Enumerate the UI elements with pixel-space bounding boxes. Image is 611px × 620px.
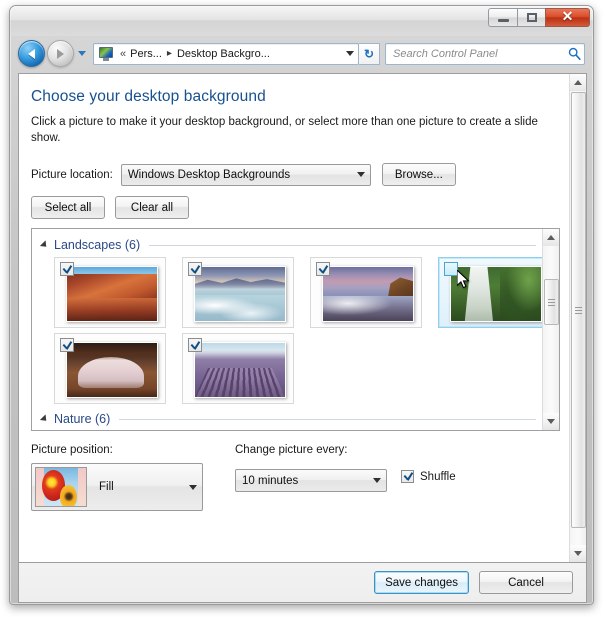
forward-button[interactable] xyxy=(47,40,74,67)
search-box[interactable]: Search Control Panel xyxy=(385,42,585,65)
breadcrumb-separator: ▸ xyxy=(166,47,172,59)
close-icon: ✕ xyxy=(561,9,574,25)
display-icon xyxy=(98,46,114,62)
thumbnail-waterfall[interactable] xyxy=(438,257,542,328)
chevron-down-icon xyxy=(352,172,370,177)
search-icon xyxy=(564,47,584,60)
thumbnail-checkbox[interactable] xyxy=(188,338,202,352)
wallpaper-list-scrollbar[interactable] xyxy=(542,229,559,430)
picture-location-value: Windows Desktop Backgrounds xyxy=(127,168,291,181)
group-divider xyxy=(149,244,536,246)
group-divider xyxy=(119,418,536,420)
content-pane: Choose your desktop background Click a p… xyxy=(18,73,587,563)
select-all-button[interactable]: Select all xyxy=(31,196,105,219)
chevron-down-icon xyxy=(368,478,386,483)
save-changes-button[interactable]: Save changes xyxy=(374,571,469,594)
title-bar: ✕ xyxy=(10,6,593,36)
browse-button[interactable]: Browse... xyxy=(381,163,456,186)
picture-position-combobox[interactable]: Fill xyxy=(31,463,203,511)
back-arrow-icon xyxy=(28,48,35,59)
thumbnail-checkbox[interactable] xyxy=(316,262,330,276)
shuffle-option[interactable]: Shuffle xyxy=(401,470,456,483)
thumbnail-image xyxy=(450,266,542,322)
thumbnail-lavender-field[interactable] xyxy=(182,333,294,404)
address-bar[interactable]: « Pers... ▸ Desktop Backgro... xyxy=(93,42,359,65)
scroll-down-button[interactable] xyxy=(543,413,559,430)
dialog-footer: Save changes Cancel xyxy=(18,563,587,603)
search-input[interactable]: Search Control Panel xyxy=(386,48,564,60)
minimize-icon xyxy=(497,18,509,22)
scrollbar-thumb[interactable] xyxy=(571,92,586,528)
refresh-icon: ↻ xyxy=(363,46,375,61)
scroll-down-button[interactable] xyxy=(570,545,586,562)
wallpaper-scroll-area: Landscapes (6) Nature (6) xyxy=(32,229,542,430)
breadcrumb-overflow[interactable]: « xyxy=(117,48,129,60)
maximize-icon xyxy=(526,13,537,22)
thumbnail-glacier-lake[interactable] xyxy=(182,257,294,328)
picture-position-preview xyxy=(35,467,87,507)
clear-all-button[interactable]: Clear all xyxy=(115,196,189,219)
thumbnail-mesa-arch[interactable] xyxy=(54,333,166,404)
page-description: Click a picture to make it your desktop … xyxy=(31,116,538,144)
thumbnail-canyon-reflection[interactable] xyxy=(54,257,166,328)
thumbnail-checkbox[interactable] xyxy=(60,262,74,276)
change-picture-combobox[interactable]: 10 minutes xyxy=(235,469,387,492)
thumbnail-checkbox[interactable] xyxy=(60,338,74,352)
scrollbar-thumb[interactable] xyxy=(544,279,559,325)
content-scroll-area: Choose your desktop background Click a p… xyxy=(19,74,569,562)
refresh-button[interactable]: ↻ xyxy=(359,42,380,65)
shuffle-checkbox[interactable] xyxy=(401,470,414,483)
thumbnail-purple-coastline[interactable] xyxy=(310,257,422,328)
shuffle-label: Shuffle xyxy=(420,470,456,483)
address-dropdown-button[interactable] xyxy=(341,44,358,64)
recent-pages-button[interactable] xyxy=(75,43,89,65)
breadcrumb-item-personalization[interactable]: Pers... xyxy=(129,44,163,64)
wallpaper-list: Landscapes (6) Nature (6) xyxy=(31,228,560,431)
forward-arrow-icon xyxy=(57,48,64,59)
chevron-down-icon xyxy=(184,484,202,490)
picture-location-combobox[interactable]: Windows Desktop Backgrounds xyxy=(120,163,371,186)
maximize-button[interactable] xyxy=(517,8,546,27)
change-picture-label: Change picture every: xyxy=(235,444,348,456)
collapse-triangle-icon[interactable] xyxy=(39,240,50,250)
page-title: Choose your desktop background xyxy=(31,88,266,105)
chevron-down-icon xyxy=(345,51,354,56)
scroll-up-button[interactable] xyxy=(570,74,586,91)
thumbnail-image xyxy=(66,342,158,398)
scroll-up-button[interactable] xyxy=(543,229,559,246)
picture-location-label: Picture location: xyxy=(31,168,113,181)
group-header-landscapes[interactable]: Landscapes (6) xyxy=(39,236,536,254)
thumbnail-checkbox[interactable] xyxy=(188,262,202,276)
collapse-triangle-icon[interactable] xyxy=(39,414,50,424)
caption-buttons: ✕ xyxy=(488,8,590,27)
group-header-nature[interactable]: Nature (6) xyxy=(39,410,536,428)
thumbnail-image xyxy=(322,266,414,322)
picture-location-row: Picture location: Windows Desktop Backgr… xyxy=(31,163,456,186)
selection-buttons-row: Select all Clear all xyxy=(31,196,189,219)
navigation-bar: « Pers... ▸ Desktop Backgro... ↻ Search … xyxy=(10,36,593,71)
control-panel-window: ✕ « Pers... ▸ Desktop Backgro... ↻ Searc… xyxy=(9,5,594,605)
close-button[interactable]: ✕ xyxy=(545,8,590,27)
group-label-nature: Nature (6) xyxy=(54,412,111,426)
thumbnail-checkbox[interactable] xyxy=(444,262,458,276)
thumbnail-image xyxy=(194,342,286,398)
cancel-button[interactable]: Cancel xyxy=(479,571,573,594)
breadcrumb-item-desktop-background[interactable]: Desktop Backgro... xyxy=(176,44,271,64)
thumbnail-image xyxy=(194,266,286,322)
picture-position-label: Picture position: xyxy=(31,444,113,456)
picture-position-value: Fill xyxy=(99,481,114,493)
page-scrollbar[interactable] xyxy=(569,74,586,562)
change-picture-value: 10 minutes xyxy=(242,474,299,487)
group-label-landscapes: Landscapes (6) xyxy=(54,238,141,252)
back-button[interactable] xyxy=(18,40,45,67)
thumbnail-image xyxy=(66,266,158,322)
chevron-down-icon xyxy=(78,51,86,56)
minimize-button[interactable] xyxy=(488,8,517,27)
